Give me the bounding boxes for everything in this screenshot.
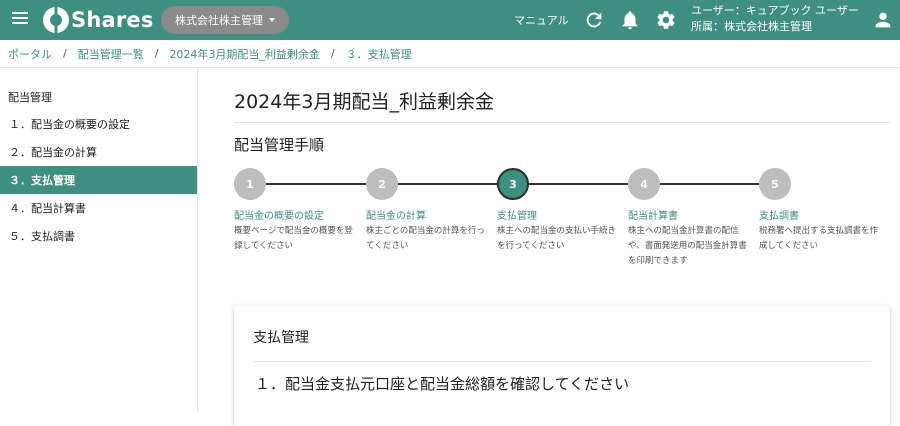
sidebar: 配当管理 １．配当金の概要の設定 ２．配当金の計算 ３．支払管理 ４．配当計算書… — [0, 68, 198, 411]
step-1-circle[interactable]: 1 — [234, 168, 266, 200]
step-1-description: 概要ページで配当金の概要を登録してください — [234, 226, 353, 251]
breadcrumb-item-dividend-list[interactable]: 配当管理一覧 — [78, 46, 144, 62]
step-4-label[interactable]: 配当計算書 — [628, 207, 678, 222]
step-4-circle[interactable]: 4 — [628, 168, 660, 200]
breadcrumb-separator: / — [154, 47, 159, 60]
step-5-label[interactable]: 支払調書 — [759, 207, 799, 222]
step-2-label[interactable]: 配当金の計算 — [366, 207, 426, 222]
sidebar-item-calculation[interactable]: ２．配当金の計算 — [0, 138, 197, 166]
app-logo[interactable]: Shares — [42, 6, 154, 34]
gear-icon[interactable] — [655, 9, 677, 31]
divider — [234, 122, 890, 123]
sidebar-title: 配当管理 — [8, 91, 52, 104]
company-select-label: 株式会社株主管理 — [175, 14, 263, 27]
app-name: Shares — [71, 8, 154, 32]
bell-icon[interactable] — [619, 9, 641, 31]
sidebar-item-statement[interactable]: ４．配当計算書 — [0, 194, 197, 222]
step-2-circle[interactable]: 2 — [366, 168, 398, 200]
breadcrumb-item-current[interactable]: ３．支払管理 — [346, 46, 412, 62]
refresh-icon[interactable] — [583, 9, 605, 31]
sidebar-item-report[interactable]: ５．支払調書 — [0, 222, 197, 250]
menu-icon[interactable] — [12, 12, 28, 28]
card-title: 支払管理 — [253, 330, 309, 346]
breadcrumb-separator: / — [330, 47, 335, 60]
step-5-description: 税務署へ提出する支払調書を作成してください — [759, 226, 879, 251]
company-select-button[interactable]: 株式会社株主管理 — [161, 6, 289, 34]
user-info: ユーザー：キュアブック ユーザー 所属：株式会社株主管理 — [691, 3, 859, 35]
section-title: 配当管理手順 — [234, 136, 325, 154]
payment-card: 支払管理 １．配当金支払元口座と配当金総額を確認してください — [234, 306, 890, 426]
divider — [253, 361, 871, 362]
user-name: ユーザー：キュアブック ユーザー — [691, 4, 859, 17]
step-4-description: 株主への配当金計算書の配信や、書面発送用の配当金計算書を印刷できます — [628, 226, 747, 266]
sidebar-item-overview[interactable]: １．配当金の概要の設定 — [0, 110, 197, 138]
card-step-heading: １．配当金支払元口座と配当金総額を確認してください — [255, 375, 630, 393]
step-3-label[interactable]: 支払管理 — [497, 207, 537, 222]
caret-down-icon — [269, 18, 275, 22]
step-2-description: 株主ごとの配当金の計算を行ってください — [366, 226, 485, 251]
manual-link[interactable]: マニュアル — [514, 12, 569, 28]
breadcrumb-item-portal[interactable]: ポータル — [8, 46, 52, 62]
breadcrumb-separator: / — [63, 47, 67, 60]
shares-logo-icon — [43, 6, 69, 34]
sidebar-item-payment[interactable]: ３．支払管理 — [0, 166, 197, 194]
person-icon[interactable] — [872, 9, 894, 31]
user-organization: 所属：株式会社株主管理 — [691, 20, 812, 33]
step-3-description: 株主への配当金の支払い手続きを行ってください — [497, 226, 617, 251]
step-5-circle[interactable]: 5 — [759, 168, 791, 200]
top-app-bar: Shares 株式会社株主管理 マニュアル ユーザー：キュアブック ユーザー 所… — [0, 0, 900, 40]
step-1-label[interactable]: 配当金の概要の設定 — [234, 207, 324, 222]
breadcrumb-item-dividend[interactable]: 2024年3月期配当_利益剰余金 — [169, 46, 320, 62]
breadcrumb: ポータル / 配当管理一覧 / 2024年3月期配当_利益剰余金 / ３．支払管… — [0, 40, 900, 68]
page-title: 2024年3月期配当_利益剰余金 — [234, 91, 494, 113]
step-3-circle[interactable]: 3 — [497, 168, 529, 200]
